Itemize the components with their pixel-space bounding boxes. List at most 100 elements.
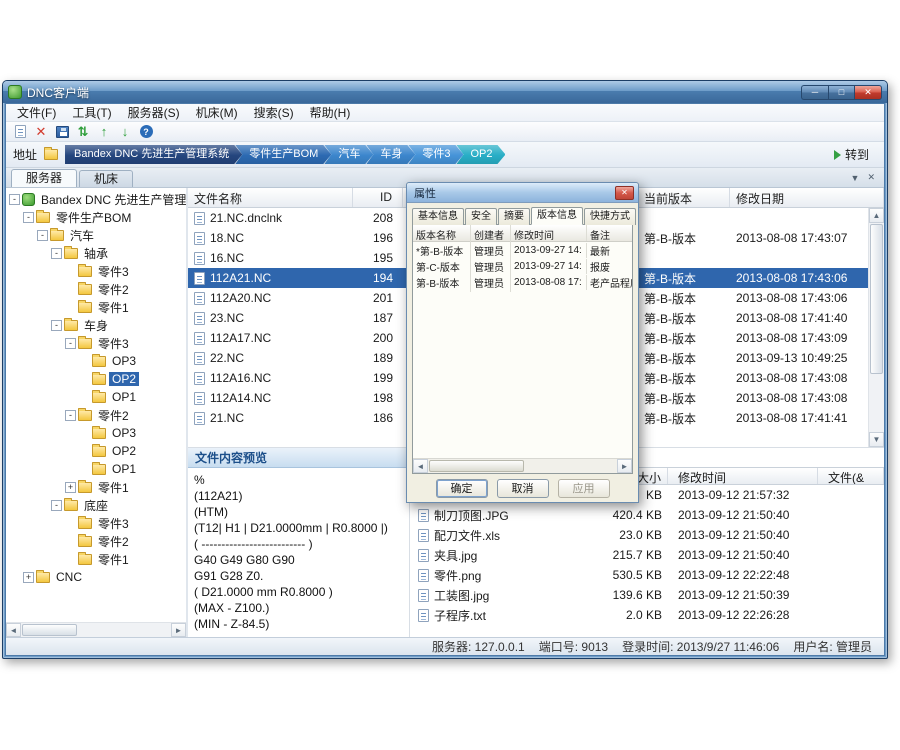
tree-node[interactable]: +CNC	[6, 568, 186, 586]
attachment-row[interactable]: 零件.png530.5 KB2013-09-12 22:22:48	[410, 565, 884, 585]
menu-item[interactable]: 机床(M)	[188, 103, 246, 122]
expand-icon[interactable]: +	[65, 482, 76, 493]
menu-item[interactable]: 服务器(S)	[120, 103, 188, 122]
scroll-down-icon[interactable]: ▼	[869, 432, 884, 447]
tree-node[interactable]: 零件1	[6, 550, 186, 568]
view-tab[interactable]: 服务器	[11, 169, 77, 187]
attachment-row[interactable]: 工装图.jpg139.6 KB2013-09-12 21:50:39	[410, 585, 884, 605]
column-header-id[interactable]: ID	[353, 188, 403, 207]
dialog-tab[interactable]: 安全	[465, 208, 497, 225]
transfer-icon[interactable]: ⇅	[74, 123, 92, 140]
ok-button[interactable]: 确定	[436, 479, 488, 498]
menu-item[interactable]: 帮助(H)	[302, 103, 359, 122]
scroll-right-icon[interactable]: ►	[617, 459, 632, 473]
dialog-tab[interactable]: 基本信息	[412, 208, 464, 225]
tree-node[interactable]: -零件3	[6, 334, 186, 352]
dialog-tab[interactable]: 快捷方式	[584, 208, 636, 225]
new-file-icon[interactable]	[11, 123, 29, 140]
collapse-icon[interactable]: -	[51, 500, 62, 511]
breadcrumb-item[interactable]: OP2	[456, 145, 505, 164]
dialog-column-version-name[interactable]: 版本名称	[413, 225, 471, 241]
scroll-left-icon[interactable]: ◄	[6, 623, 21, 637]
upload-icon[interactable]: ↑	[95, 123, 113, 140]
dialog-horizontal-scrollbar[interactable]: ◄ ►	[413, 458, 632, 473]
dialog-tab[interactable]: 版本信息	[531, 207, 583, 225]
scroll-thumb[interactable]	[429, 460, 524, 472]
view-tab[interactable]: 机床	[79, 170, 133, 187]
file-list-vertical-scrollbar[interactable]: ▲ ▼	[868, 208, 884, 447]
menu-item[interactable]: 搜索(S)	[246, 103, 302, 122]
attachment-row[interactable]: 制刀顶图.JPG420.4 KB2013-09-12 21:50:40	[410, 505, 884, 525]
dialog-titlebar[interactable]: 属性 ✕	[407, 183, 638, 203]
scroll-up-icon[interactable]: ▲	[869, 208, 884, 223]
menu-item[interactable]: 文件(F)	[9, 103, 64, 122]
download-icon[interactable]: ↓	[116, 123, 134, 140]
tree-node[interactable]: 零件3	[6, 514, 186, 532]
breadcrumb-item[interactable]: 零件3	[408, 145, 463, 164]
tree-node[interactable]: -底座	[6, 496, 186, 514]
go-button[interactable]: 转到	[826, 144, 877, 165]
tab-dropdown-icon[interactable]: ▼	[851, 173, 860, 183]
tree-node[interactable]: 零件3	[6, 262, 186, 280]
scroll-thumb[interactable]	[22, 624, 77, 636]
column-header-mtime[interactable]: 修改时间	[668, 468, 818, 484]
tree-node[interactable]: OP3	[6, 424, 186, 442]
cancel-button[interactable]: 取消	[497, 479, 549, 498]
tree-node[interactable]: OP3	[6, 352, 186, 370]
breadcrumb-item[interactable]: 零件生产BOM	[235, 145, 331, 164]
expand-icon[interactable]: +	[23, 572, 34, 583]
tree-node[interactable]: 零件1	[6, 298, 186, 316]
tree-node[interactable]: 零件2	[6, 532, 186, 550]
column-header-current-version[interactable]: 当前版本	[638, 188, 730, 207]
collapse-icon[interactable]: -	[51, 248, 62, 259]
tree-node[interactable]: 零件2	[6, 280, 186, 298]
collapse-icon[interactable]: -	[65, 410, 76, 421]
delete-icon[interactable]: ✕	[32, 123, 50, 140]
dialog-column-note[interactable]: 备注	[587, 225, 632, 241]
collapse-icon[interactable]: -	[9, 194, 20, 205]
collapse-icon[interactable]: -	[37, 230, 48, 241]
breadcrumb-item[interactable]: Bandex DNC 先进生产管理系统	[65, 145, 242, 164]
column-header-modified-date[interactable]: 修改日期	[730, 188, 884, 207]
tab-close-icon[interactable]: ✕	[867, 172, 875, 183]
menu-item[interactable]: 工具(T)	[64, 103, 119, 122]
column-header-file[interactable]: 文件(&	[818, 468, 884, 484]
tree-horizontal-scrollbar[interactable]: ◄ ►	[6, 622, 186, 637]
tree-node[interactable]: -轴承	[6, 244, 186, 262]
tree-node[interactable]: OP2	[6, 442, 186, 460]
apply-button[interactable]: 应用	[558, 479, 610, 498]
help-icon[interactable]: ?	[137, 123, 155, 140]
scroll-right-icon[interactable]: ►	[171, 623, 186, 637]
collapse-icon[interactable]: -	[65, 338, 76, 349]
dialog-column-mtime[interactable]: 修改时间	[511, 225, 587, 241]
breadcrumb-item[interactable]: 汽车	[324, 145, 373, 164]
column-header-filename[interactable]: 文件名称	[188, 188, 353, 207]
dialog-column-creator[interactable]: 创建者	[471, 225, 511, 241]
collapse-icon[interactable]: -	[23, 212, 34, 223]
titlebar[interactable]: DNC客户端 ─ □ ✕	[3, 81, 887, 103]
folder-icon	[92, 464, 106, 475]
dialog-close-button[interactable]: ✕	[615, 186, 634, 200]
close-button[interactable]: ✕	[855, 85, 882, 100]
scroll-left-icon[interactable]: ◄	[413, 459, 428, 473]
tree-node[interactable]: -零件生产BOM	[6, 208, 186, 226]
tree-node[interactable]: +零件1	[6, 478, 186, 496]
tree-node[interactable]: OP1	[6, 460, 186, 478]
scroll-thumb[interactable]	[870, 224, 883, 374]
save-icon[interactable]	[53, 123, 71, 140]
tree-node[interactable]: OP2	[6, 370, 186, 388]
attachment-row[interactable]: 子程序.txt2.0 KB2013-09-12 22:26:28	[410, 605, 884, 625]
minimize-button[interactable]: ─	[801, 85, 828, 100]
dialog-tab[interactable]: 摘要	[498, 208, 530, 225]
collapse-icon[interactable]: -	[51, 320, 62, 331]
maximize-button[interactable]: □	[828, 85, 855, 100]
version-row[interactable]: 第-B-版本管理员2013-08-08 17:老产品程序	[413, 274, 632, 290]
attachment-row[interactable]: 夹具.jpg215.7 KB2013-09-12 21:50:40	[410, 545, 884, 565]
breadcrumb-item[interactable]: 车身	[366, 145, 415, 164]
tree-node[interactable]: -车身	[6, 316, 186, 334]
tree-node[interactable]: -汽车	[6, 226, 186, 244]
tree-node[interactable]: -Bandex DNC 先进生产管理系统	[6, 190, 186, 208]
attachment-row[interactable]: 配刀文件.xls23.0 KB2013-09-12 21:50:40	[410, 525, 884, 545]
tree-node[interactable]: -零件2	[6, 406, 186, 424]
tree-node[interactable]: OP1	[6, 388, 186, 406]
